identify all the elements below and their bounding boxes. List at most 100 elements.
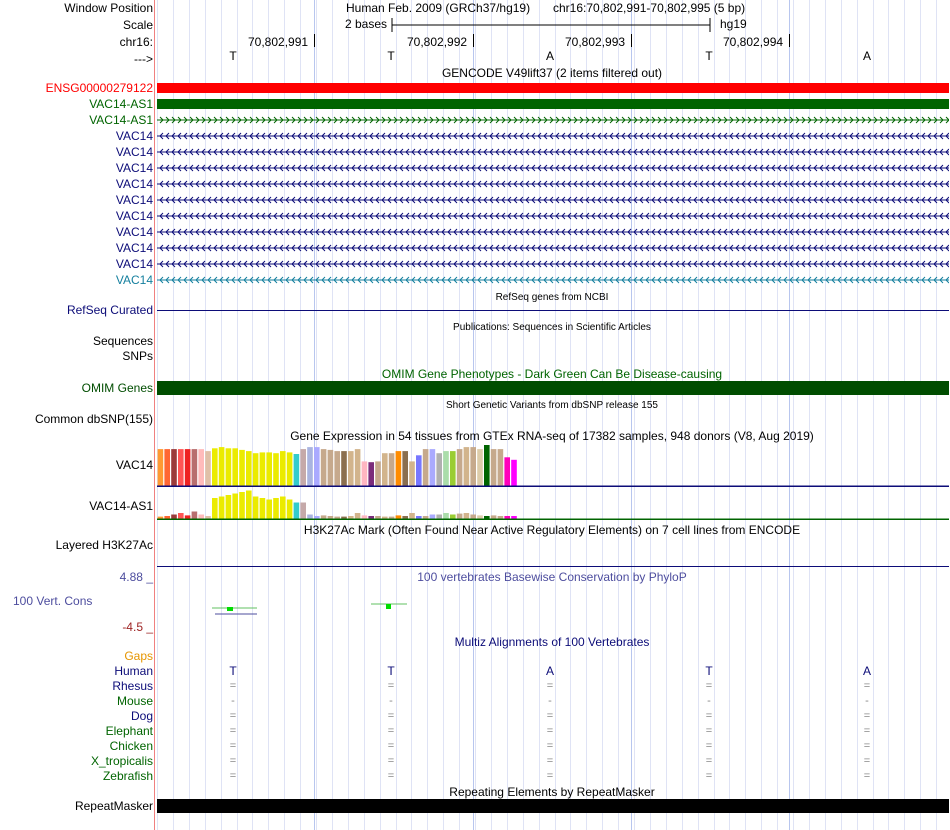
- gtex-bar: [477, 515, 483, 519]
- gtex-bar: [212, 448, 218, 486]
- gencode-item-label[interactable]: VAC14: [116, 193, 153, 207]
- gencode-item-strand[interactable]: [157, 147, 949, 157]
- refseq-line[interactable]: [157, 310, 949, 311]
- gencode-item-label[interactable]: VAC14-AS1: [89, 113, 153, 127]
- gtex-bar: [232, 448, 238, 486]
- repeat-title[interactable]: Repeating Elements by RepeatMasker: [449, 785, 654, 799]
- refseq-title[interactable]: RefSeq genes from NCBI: [496, 291, 609, 305]
- gencode-item-label[interactable]: VAC14: [116, 129, 153, 143]
- gtex-as1-chart[interactable]: [157, 488, 949, 520]
- gencode-item-label[interactable]: VAC14: [116, 177, 153, 191]
- gtex-vac14-label[interactable]: VAC14: [116, 458, 153, 472]
- base-letter: A: [862, 49, 872, 63]
- gtex-bar: [504, 457, 510, 486]
- alignment-symbol: T: [229, 664, 237, 678]
- gtex-bar: [456, 449, 463, 486]
- h3k27ac-baseline: [157, 566, 949, 567]
- gencode-item-strand[interactable]: [157, 131, 949, 141]
- gtex-bar: [320, 449, 327, 486]
- gtex-bar: [184, 515, 191, 519]
- window-position-label: Window Position: [64, 1, 153, 15]
- gtex-title[interactable]: Gene Expression in 54 tissues from GTEx …: [290, 429, 814, 443]
- gencode-item-strand[interactable]: [157, 243, 949, 253]
- label-divider: [154, 0, 155, 830]
- gencode-item-label[interactable]: VAC14: [116, 241, 153, 255]
- gtex-bar: [375, 461, 381, 486]
- gtex-bar: [171, 449, 177, 486]
- repeat-bar[interactable]: [157, 799, 949, 813]
- gtex-bar: [246, 451, 252, 486]
- gaps-label[interactable]: Gaps: [124, 649, 153, 663]
- gencode-item-label[interactable]: VAC14: [116, 225, 153, 239]
- gtex-bar: [300, 449, 306, 486]
- gencode-item-strand[interactable]: [157, 163, 949, 173]
- gencode-item-strand[interactable]: [157, 275, 949, 285]
- gencode-item-strand[interactable]: [157, 195, 949, 205]
- gtex-bar: [225, 495, 232, 519]
- cons-title[interactable]: 100 vertebrates Basewise Conservation by…: [417, 570, 686, 584]
- scale-bar: [391, 18, 711, 32]
- alignment-symbol: -: [389, 695, 393, 707]
- h3k27ac-title[interactable]: H3K27Ac Mark (Often Found Near Active Re…: [304, 523, 800, 537]
- alignment-symbol: =: [863, 740, 871, 752]
- gencode-item-strand[interactable]: [157, 259, 949, 269]
- gtex-bar: [463, 447, 470, 486]
- alignment-symbol: =: [705, 770, 713, 782]
- pubs-label-sequences[interactable]: Sequences: [93, 334, 153, 348]
- gtex-bar: [348, 451, 354, 486]
- gtex-bar: [368, 462, 374, 486]
- species-label[interactable]: Dog: [131, 709, 153, 723]
- species-label[interactable]: Human: [114, 664, 153, 678]
- gtex-bar: [422, 449, 429, 486]
- refseq-label[interactable]: RefSeq Curated: [67, 303, 153, 317]
- gtex-vac14-chart[interactable]: [157, 444, 949, 487]
- omim-title[interactable]: OMIM Gene Phenotypes - Dark Green Can Be…: [382, 367, 722, 381]
- gencode-item-strand[interactable]: [157, 227, 949, 237]
- gtex-bar: [320, 515, 327, 519]
- gtex-bar: [239, 492, 245, 519]
- species-label[interactable]: Rhesus: [112, 679, 153, 693]
- gencode-item-strand[interactable]: [157, 211, 949, 221]
- gtex-bar: [450, 451, 456, 486]
- gencode-item-strand[interactable]: [157, 179, 949, 189]
- gencode-item-label[interactable]: VAC14: [116, 273, 153, 287]
- gencode-item-bar[interactable]: [157, 99, 949, 109]
- gtex-bar: [327, 449, 334, 486]
- coord-label: 70,802,993: [565, 35, 626, 49]
- gtex-bar: [361, 461, 368, 486]
- gencode-item-label[interactable]: VAC14: [116, 209, 153, 223]
- species-label[interactable]: Elephant: [106, 724, 153, 738]
- gtex-bar: [361, 515, 368, 519]
- repeat-label[interactable]: RepeatMasker: [75, 799, 153, 813]
- gencode-item-label[interactable]: VAC14: [116, 145, 153, 159]
- gtex-bar: [198, 449, 204, 486]
- gtex-bar: [164, 449, 170, 486]
- omim-label[interactable]: OMIM Genes: [82, 381, 153, 395]
- gencode-item-label[interactable]: VAC14: [116, 257, 153, 271]
- gencode-title[interactable]: GENCODE V49lift37 (2 items filtered out): [442, 66, 662, 80]
- h3k27ac-label[interactable]: Layered H3K27Ac: [56, 538, 153, 552]
- species-label[interactable]: Mouse: [117, 694, 153, 708]
- gencode-item-label[interactable]: VAC14-AS1: [89, 97, 153, 111]
- gtex-as1-label[interactable]: VAC14-AS1: [89, 499, 153, 513]
- gencode-item-bar[interactable]: [157, 83, 949, 93]
- gtex-bar: [470, 514, 476, 519]
- gencode-item-label[interactable]: ENSG00000279122: [46, 81, 153, 95]
- gtex-bar: [307, 447, 313, 486]
- species-label[interactable]: Zebrafish: [103, 769, 153, 783]
- gtex-bar: [232, 493, 238, 519]
- pubs-title[interactable]: Publications: Sequences in Scientific Ar…: [453, 321, 651, 335]
- gencode-item-label[interactable]: VAC14: [116, 161, 153, 175]
- cons-label[interactable]: 100 Vert. Cons: [13, 594, 92, 608]
- gencode-item-strand[interactable]: [157, 115, 949, 125]
- alignment-symbol: =: [229, 725, 237, 737]
- cons-chart[interactable]: [157, 600, 949, 620]
- alignment-symbol: =: [863, 710, 871, 722]
- pubs-label-snps[interactable]: SNPs: [122, 349, 153, 363]
- dbsnp-title[interactable]: Short Genetic Variants from dbSNP releas…: [446, 399, 658, 413]
- omim-bar[interactable]: [157, 381, 949, 395]
- dbsnp-label[interactable]: Common dbSNP(155): [35, 412, 153, 426]
- species-label[interactable]: Chicken: [110, 739, 153, 753]
- multiz-title[interactable]: Multiz Alignments of 100 Vertebrates: [455, 635, 650, 649]
- species-label[interactable]: X_tropicalis: [91, 754, 153, 768]
